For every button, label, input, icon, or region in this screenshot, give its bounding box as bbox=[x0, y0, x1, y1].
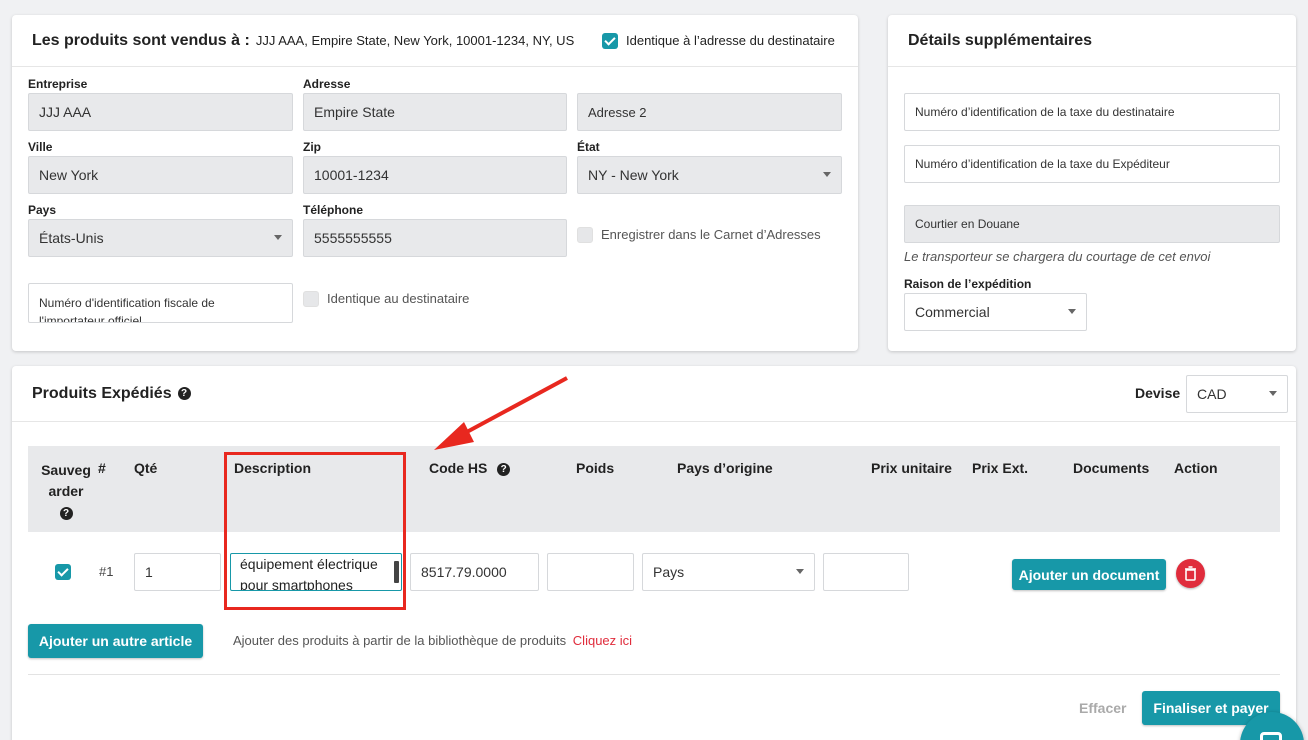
address2-input[interactable]: Adresse 2 bbox=[577, 93, 842, 131]
chevron-down-icon bbox=[274, 235, 282, 240]
save-address-book-checkbox[interactable] bbox=[577, 227, 593, 243]
col-save: Sauvegarder ? bbox=[41, 462, 91, 520]
save-address-book-label: Enregistrer dans le Carnet d’Adresses bbox=[601, 227, 821, 242]
qty-input[interactable]: 1 bbox=[134, 553, 221, 591]
recipient-tax-input[interactable]: Numéro d’identification de la taxe du de… bbox=[904, 93, 1280, 131]
save-row-checkbox[interactable] bbox=[55, 564, 71, 580]
chevron-down-icon bbox=[1269, 391, 1277, 396]
annotation-arrow bbox=[434, 376, 568, 450]
trash-icon bbox=[1185, 566, 1196, 581]
currency-select[interactable]: CAD bbox=[1186, 375, 1288, 413]
help-icon[interactable]: ? bbox=[497, 462, 511, 476]
highlight-box bbox=[224, 452, 406, 610]
same-as-recipient2-checkbox[interactable] bbox=[303, 291, 319, 307]
same-as-recipient2-label: Identique au destinataire bbox=[327, 291, 470, 306]
seller-card: Les produits sont vendus à : JJJ AAA, Em… bbox=[12, 15, 858, 351]
details-card: Détails supplémentaires Numéro d’identif… bbox=[888, 15, 1296, 351]
customs-broker-input[interactable]: Courtier en Douane bbox=[904, 205, 1280, 243]
chevron-down-icon bbox=[823, 172, 831, 177]
chat-icon bbox=[1260, 732, 1282, 740]
delete-row-button[interactable] bbox=[1176, 559, 1205, 588]
library-link[interactable]: Cliquez ici bbox=[573, 633, 632, 648]
shipper-tax-input[interactable]: Numéro d’identification de la taxe du Ex… bbox=[904, 145, 1280, 183]
seller-address-summary: JJJ AAA, Empire State, New York, 10001-1… bbox=[255, 33, 575, 48]
col-documents: Documents bbox=[1073, 460, 1150, 476]
help-icon[interactable]: ? bbox=[59, 506, 73, 520]
products-card: Produits Expédiés ? Devise CAD Sauvegard… bbox=[12, 366, 1296, 740]
same-as-recipient-checkbox[interactable] bbox=[602, 33, 618, 49]
unit-price-input[interactable] bbox=[823, 553, 909, 591]
state-label: État bbox=[577, 140, 600, 154]
products-table-header bbox=[28, 446, 1280, 532]
importer-tax-id-input[interactable]: Numéro d'identification fiscale de l'imp… bbox=[28, 283, 293, 323]
hs-code-input[interactable]: 8517.79.0000 bbox=[410, 553, 539, 591]
phone-label: Téléphone bbox=[303, 203, 364, 217]
col-origin: Pays d’origine bbox=[677, 460, 773, 476]
details-title: Détails supplémentaires bbox=[908, 31, 1093, 49]
city-input[interactable]: New York bbox=[28, 156, 293, 194]
address-input[interactable]: Empire State bbox=[303, 93, 567, 131]
add-item-button[interactable]: Ajouter un autre article bbox=[28, 624, 203, 658]
zip-label: Zip bbox=[303, 140, 321, 154]
seller-title: Les produits sont vendus à : bbox=[32, 31, 250, 49]
library-text: Ajouter des produits à partir de la bibl… bbox=[233, 633, 633, 648]
broker-note: Le transporteur se chargera du courtage … bbox=[904, 249, 1211, 264]
col-unit-price: Prix unitaire bbox=[871, 460, 952, 476]
reason-select[interactable]: Commercial bbox=[904, 293, 1087, 331]
company-label: Entreprise bbox=[28, 77, 88, 91]
col-ext-price: Prix Ext. bbox=[972, 460, 1029, 476]
add-document-button[interactable]: Ajouter un document bbox=[1012, 559, 1166, 590]
col-action: Action bbox=[1174, 460, 1218, 476]
products-title: Produits Expédiés bbox=[32, 384, 172, 402]
phone-input[interactable]: 5555555555 bbox=[303, 219, 567, 257]
currency-label: Devise bbox=[1135, 385, 1181, 401]
country-label: Pays bbox=[28, 203, 57, 217]
address-label: Adresse bbox=[303, 77, 351, 91]
products-card-header: Produits Expédiés ? bbox=[12, 366, 1296, 422]
company-input[interactable]: JJJ AAA bbox=[28, 93, 293, 131]
city-label: Ville bbox=[28, 140, 53, 154]
weight-input[interactable] bbox=[547, 553, 634, 591]
col-weight: Poids bbox=[576, 460, 615, 476]
col-qty: Qté bbox=[134, 460, 158, 476]
state-select[interactable]: NY - New York bbox=[577, 156, 842, 194]
help-icon[interactable]: ? bbox=[177, 387, 191, 400]
reason-label: Raison de l’expédition bbox=[904, 277, 1032, 291]
chevron-down-icon bbox=[1068, 309, 1076, 314]
country-select[interactable]: États-Unis bbox=[28, 219, 293, 257]
zip-input[interactable]: 10001-1234 bbox=[303, 156, 567, 194]
chevron-down-icon bbox=[796, 569, 804, 574]
same-as-recipient-label: Identique à l’adresse du destinataire bbox=[626, 33, 835, 48]
row-number: #1 bbox=[99, 564, 114, 579]
col-number: # bbox=[98, 460, 106, 476]
col-hs-code: Code HS ? bbox=[429, 460, 511, 476]
divider bbox=[28, 674, 1280, 675]
details-card-header: Détails supplémentaires bbox=[888, 15, 1296, 67]
clear-button[interactable]: Effacer bbox=[1079, 700, 1126, 716]
origin-select[interactable]: Pays bbox=[642, 553, 815, 591]
